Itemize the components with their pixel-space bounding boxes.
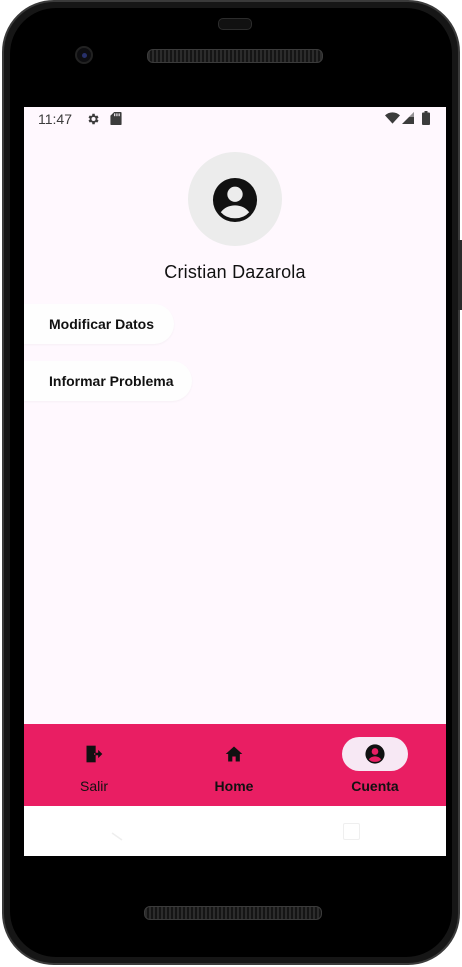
nav-item-cuenta[interactable]: Cuenta bbox=[304, 724, 446, 806]
bottom-speaker-grille bbox=[144, 906, 322, 920]
exit-icon bbox=[86, 745, 103, 763]
account-circle-icon bbox=[212, 177, 258, 223]
nav-label-home: Home bbox=[214, 778, 254, 794]
wifi-icon bbox=[385, 112, 400, 124]
power-button bbox=[458, 240, 462, 310]
nav-label-cuenta: Cuenta bbox=[351, 778, 399, 794]
gear-icon bbox=[88, 113, 99, 125]
report-problem-button[interactable]: Informar Problema bbox=[24, 361, 192, 401]
home-icon bbox=[225, 746, 243, 762]
status-time: 11:47 bbox=[38, 111, 72, 127]
report-problem-label: Informar Problema bbox=[49, 373, 174, 389]
modify-data-label: Modificar Datos bbox=[49, 316, 155, 332]
bottom-navigation: Salir Home Cuenta bbox=[24, 724, 446, 806]
recent-apps-icon[interactable] bbox=[343, 823, 360, 840]
phone-device: 11:47 Cristian Dazarola Modificar Datos … bbox=[0, 0, 462, 967]
earpiece bbox=[218, 18, 252, 30]
top-speaker-grille bbox=[147, 49, 323, 63]
back-icon[interactable] bbox=[110, 823, 124, 841]
nav-item-home[interactable]: Home bbox=[164, 724, 304, 806]
system-navigation-bar bbox=[24, 806, 446, 856]
battery-icon bbox=[422, 111, 430, 125]
front-camera bbox=[75, 46, 93, 64]
account-circle-icon bbox=[365, 744, 385, 764]
app-screen: 11:47 Cristian Dazarola Modificar Datos … bbox=[24, 107, 446, 856]
signal-icon bbox=[402, 112, 414, 124]
profile-name: Cristian Dazarola bbox=[164, 262, 306, 282]
nav-item-salir[interactable]: Salir bbox=[24, 724, 164, 806]
status-bar: 11:47 bbox=[24, 107, 446, 131]
sd-card-icon bbox=[110, 112, 122, 125]
modify-data-button[interactable]: Modificar Datos bbox=[24, 304, 174, 344]
nav-label-salir: Salir bbox=[79, 778, 108, 794]
